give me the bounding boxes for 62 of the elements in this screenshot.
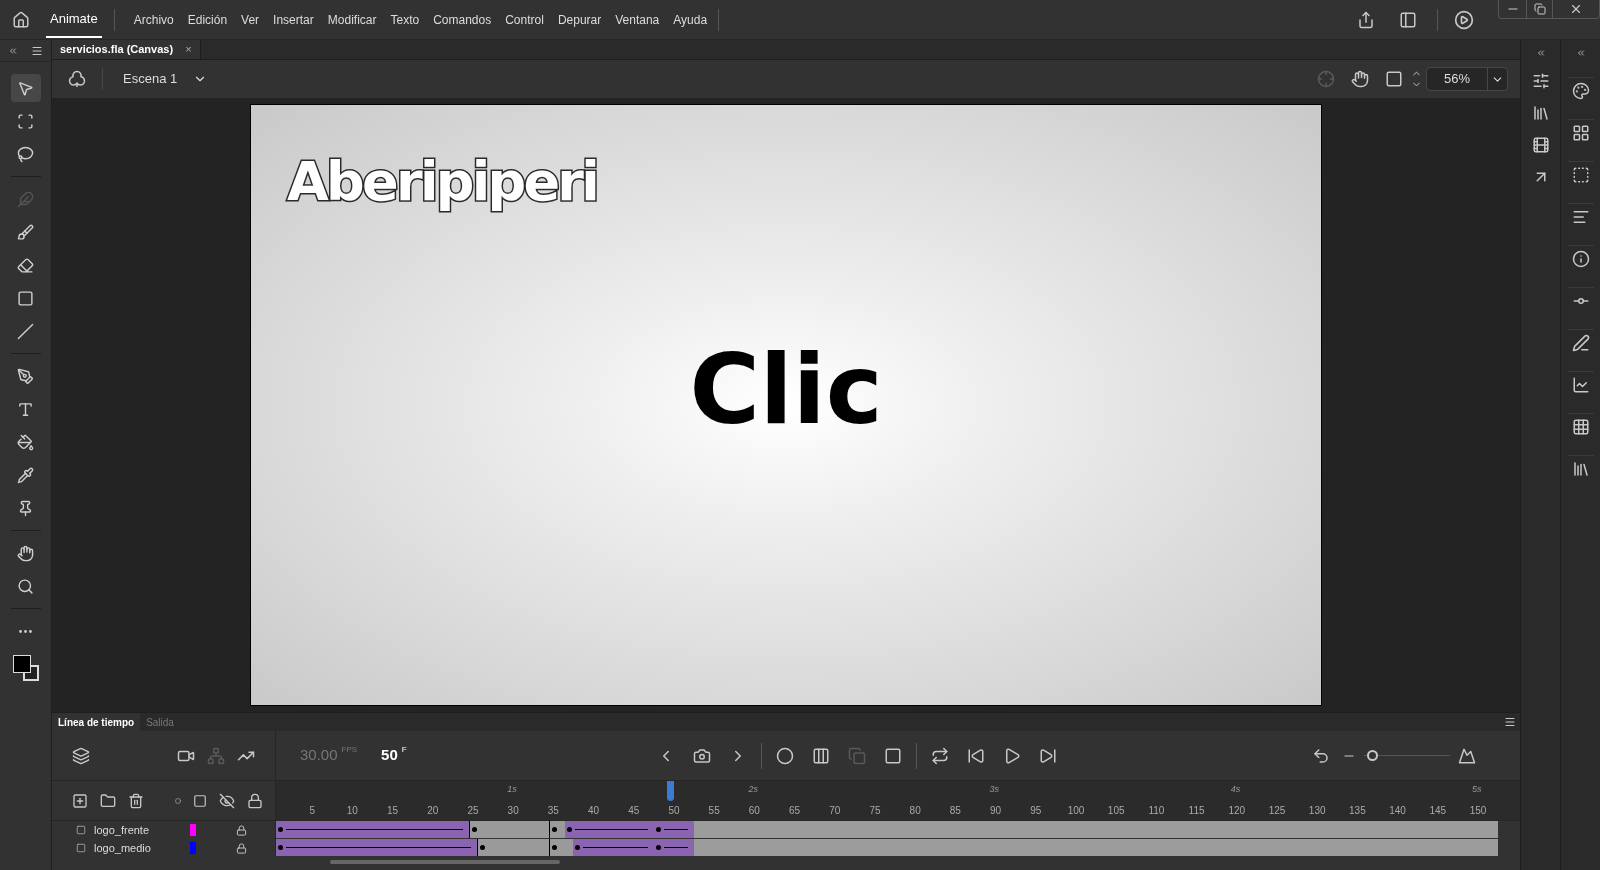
frame-label: 115 (1187, 804, 1206, 818)
frame-number[interactable]: 50 (381, 744, 398, 767)
frame-label: 40 (587, 804, 601, 818)
frame-label: 145 (1428, 804, 1448, 818)
frame-label: 125 (1267, 804, 1287, 818)
seconds-label: 3s (989, 783, 1000, 796)
frame-label: 100 (1066, 804, 1086, 818)
frame-label: 55 (707, 804, 721, 818)
frame-unit: F (401, 744, 407, 757)
zoom-field[interactable]: 56% (1426, 67, 1508, 91)
headline-text: Clic (689, 342, 883, 438)
layer-name: logo_medio (94, 840, 152, 856)
seconds-label: 4s (1230, 783, 1241, 796)
menu-item[interactable]: Control (498, 10, 551, 29)
scene-selector[interactable]: Escena 1 (115, 69, 216, 89)
menu-item[interactable]: Texto (383, 10, 427, 29)
frame-label: 20 (426, 804, 440, 818)
document-tab[interactable]: servicios.fla (Canvas) × (52, 40, 201, 59)
frame-label: 15 (386, 804, 400, 818)
menu-item[interactable]: Comandos (426, 10, 499, 29)
menu-item[interactable]: Archivo (126, 10, 181, 29)
panel-tab[interactable]: Línea de tiempo (52, 713, 141, 731)
frame-label: 10 (345, 804, 359, 818)
layer-row[interactable]: logo_medio (52, 839, 276, 857)
layer-name: logo_frente (94, 822, 151, 838)
app-name[interactable]: Animate (46, 1, 102, 38)
frame-label: 70 (828, 804, 842, 818)
frame-label: 105 (1106, 804, 1126, 818)
frame-label: 135 (1348, 804, 1367, 818)
menu-item[interactable]: Ayuda (666, 10, 715, 29)
document-title: servicios.fla (Canvas) (60, 42, 174, 58)
frame-label: 50 (667, 804, 681, 818)
frame-label: 130 (1307, 804, 1327, 818)
layer-row[interactable]: logo_frente (52, 821, 276, 839)
menu-item[interactable]: Depurar (550, 10, 609, 29)
tab-close[interactable]: × (185, 41, 192, 58)
frame-label: 35 (546, 804, 560, 818)
frame-label: 80 (908, 804, 922, 818)
menu-item[interactable]: Modificar (320, 10, 384, 29)
frame-label: 75 (868, 804, 882, 818)
menu-item[interactable]: Ventana (608, 10, 667, 29)
frame-label: 140 (1388, 804, 1407, 818)
frame-label: 95 (1029, 804, 1043, 818)
logo-text: Aberipiperi (287, 150, 598, 213)
frame-label: 30 (506, 804, 520, 818)
seconds-label: 5s (1472, 783, 1482, 796)
seconds-label: 1s (507, 783, 517, 796)
frame-label: 5 (308, 804, 316, 818)
frame-label: 65 (788, 804, 802, 818)
frame-label: 150 (1468, 804, 1488, 818)
menu-item[interactable]: Insertar (266, 10, 321, 29)
menu-item[interactable]: Ver (234, 10, 267, 29)
frame-label: 90 (989, 804, 1003, 818)
frame-label: 60 (747, 804, 761, 818)
frame-label: 45 (627, 804, 641, 818)
frame-label: 110 (1147, 804, 1166, 818)
frame-label: 25 (466, 804, 480, 818)
time-ruler[interactable]: 1s 2s 3s 4s 5s 5 10 15 20 25 30 35 40 45 50 55 60 65 70 75 80 85 90 95 100 105 110 115 120 125 130 135 140 145 150 (276, 781, 1520, 820)
frame-label: 85 (948, 804, 962, 818)
frame-label: 120 (1227, 804, 1247, 818)
menu-item[interactable]: Edición (180, 10, 235, 29)
seconds-label: 2s (748, 783, 758, 796)
